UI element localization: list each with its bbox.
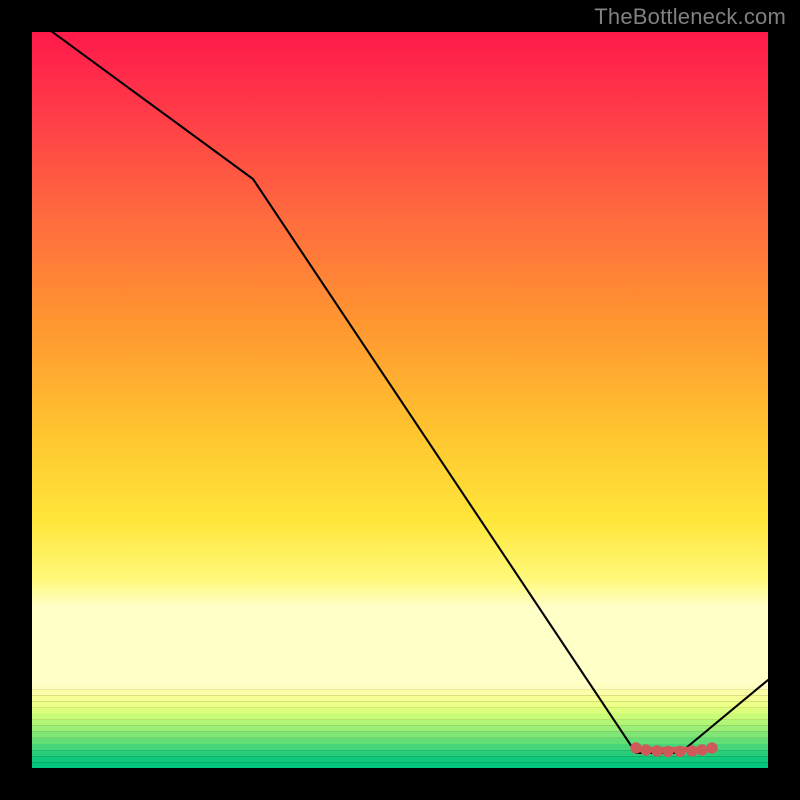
marker-region xyxy=(631,743,717,757)
curve-line xyxy=(32,32,768,753)
chart-stage: TheBottleneck.com xyxy=(0,0,800,800)
chart-overlay xyxy=(32,32,768,768)
attribution-label: TheBottleneck.com xyxy=(594,4,786,30)
plot-area xyxy=(32,32,768,768)
